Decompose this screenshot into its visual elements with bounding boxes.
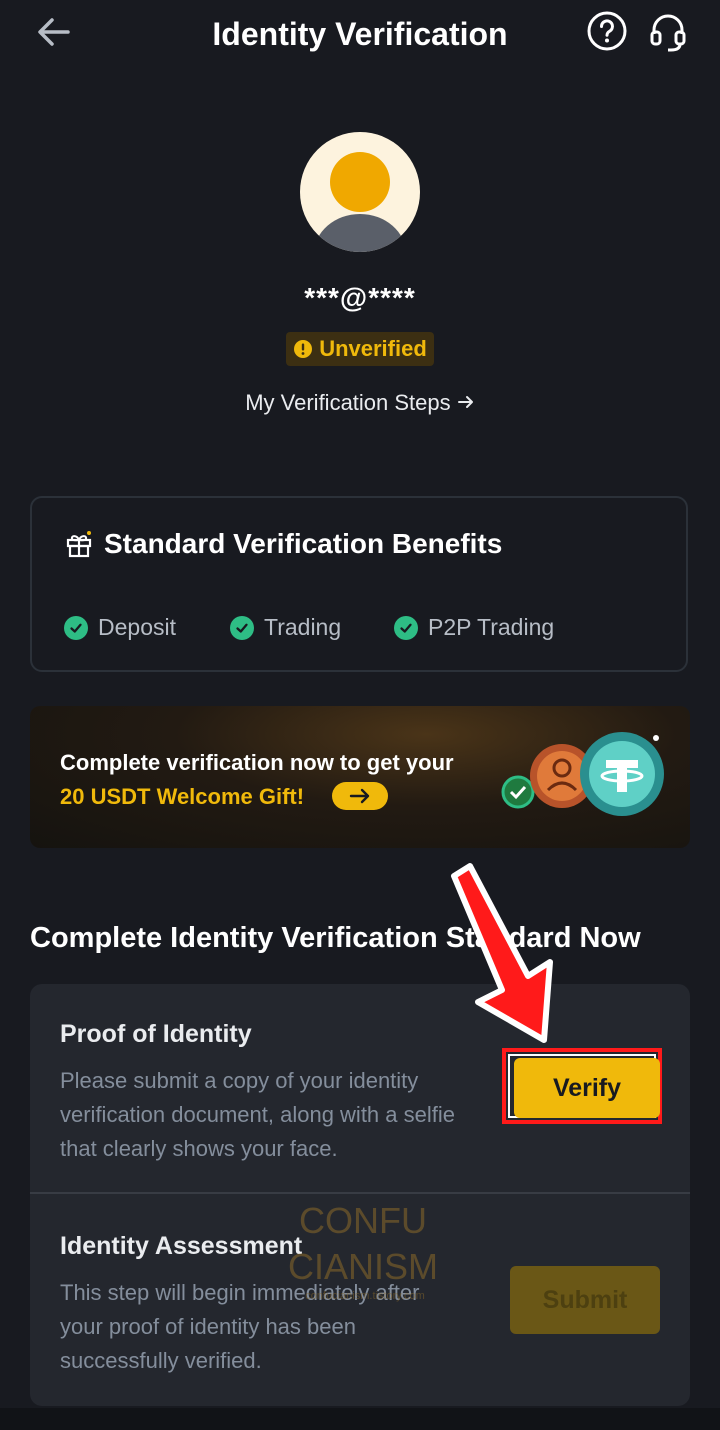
verification-steps-link[interactable]: My Verification Steps: [0, 390, 720, 416]
benefit-deposit: Deposit: [64, 614, 176, 641]
check-icon: [230, 615, 254, 640]
verify-button[interactable]: Verify: [514, 1058, 660, 1118]
banner-arrow-button[interactable]: [332, 782, 388, 810]
banner-text: Complete verification now to get your: [60, 750, 454, 775]
check-icon: [64, 615, 88, 640]
benefit-p2p-trading: P2P Trading: [394, 614, 554, 641]
welcome-gift-banner[interactable]: Complete verification now to get your 20…: [30, 706, 690, 848]
watermark: CONFU CIANISM: [288, 1200, 439, 1287]
verification-steps-label: My Verification Steps: [245, 390, 451, 415]
benefit-label: Trading: [264, 614, 342, 640]
usdt-coin-icon: [501, 732, 664, 816]
annotation-arrow-icon: [451, 863, 553, 1043]
proof-of-identity-title: Proof of Identity: [60, 1020, 252, 1048]
banner-gift-text: 20 USDT Welcome Gift!: [60, 784, 305, 809]
benefit-trading: Trading: [230, 614, 341, 641]
help-icon[interactable]: [586, 10, 628, 52]
benefit-label: P2P Trading: [428, 614, 555, 640]
identity-assessment-title: Identity Assessment: [60, 1232, 303, 1260]
account-email: ***@****: [304, 282, 416, 313]
status-badge: Unverified: [286, 332, 434, 366]
proof-of-identity-description: Please submit a copy of your identity ve…: [60, 1068, 455, 1161]
benefits-card: Standard Verification Benefits Deposit T…: [30, 496, 688, 672]
benefits-title: Standard Verification Benefits: [104, 528, 503, 559]
headset-icon[interactable]: [646, 10, 690, 54]
user-avatar-icon: [314, 152, 406, 252]
check-icon: [394, 615, 418, 640]
verification-steps-card: Proof of Identity Please submit a copy o…: [30, 984, 690, 1406]
bottom-bar: [0, 1408, 720, 1430]
submit-button[interactable]: Submit: [510, 1266, 660, 1334]
warning-icon: [294, 340, 313, 358]
gift-icon: [66, 531, 92, 558]
arrow-right-icon: [349, 788, 370, 804]
watermark-url: confucianism.tistory.com: [305, 1290, 425, 1302]
avatar: [300, 132, 420, 252]
status-text: Unverified: [319, 336, 427, 361]
benefit-label: Deposit: [98, 614, 176, 640]
divider: [30, 1192, 690, 1194]
arrow-right-icon: [457, 396, 473, 408]
benefits-heading: Standard Verification Benefits: [64, 528, 502, 560]
